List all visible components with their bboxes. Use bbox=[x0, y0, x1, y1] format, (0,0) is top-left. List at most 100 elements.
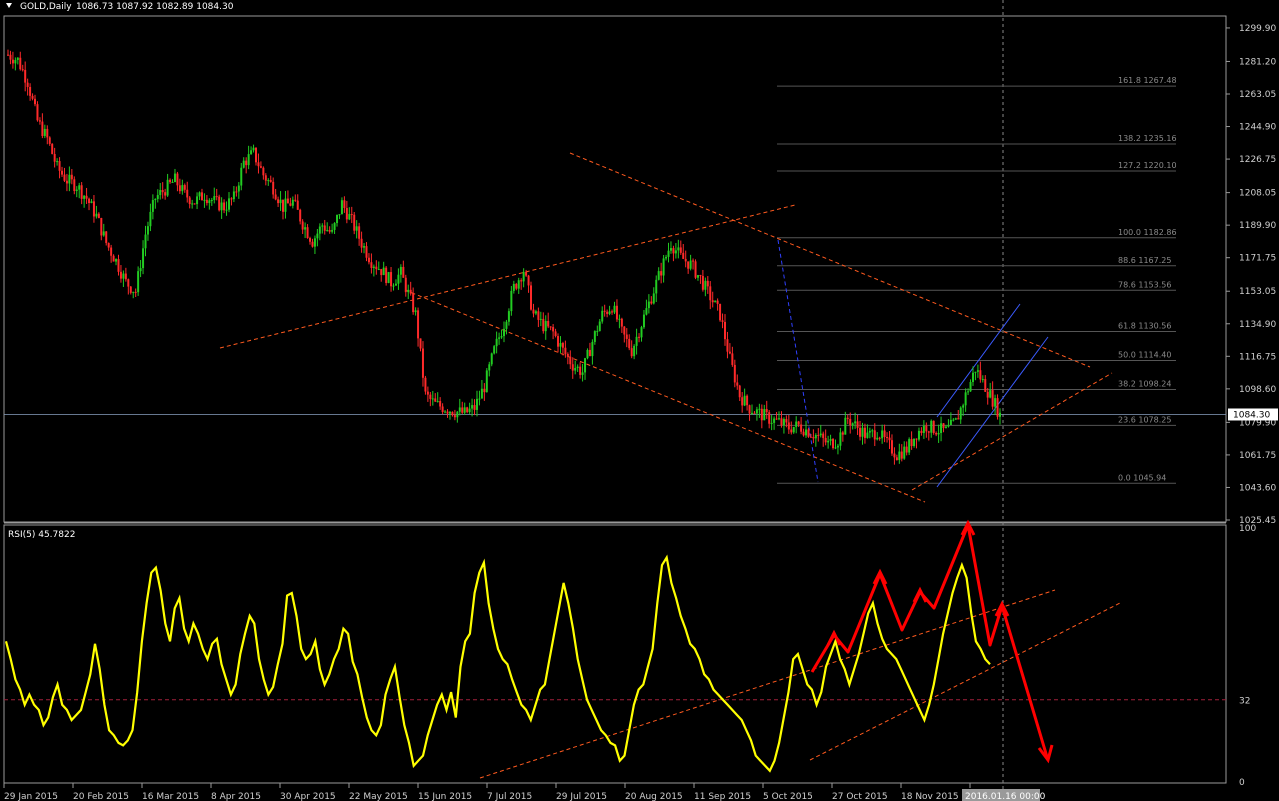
candle-body bbox=[527, 275, 530, 286]
candle-body bbox=[800, 424, 803, 432]
candle-body bbox=[596, 331, 599, 333]
candle-body bbox=[385, 267, 388, 283]
price-tick-label: 1134.90 bbox=[1239, 320, 1276, 330]
candle-body bbox=[169, 179, 172, 183]
candle-body bbox=[962, 405, 965, 408]
candle-body bbox=[73, 179, 76, 192]
candle-body bbox=[291, 199, 294, 206]
fib-label: 38.2 1098.24 bbox=[1118, 379, 1171, 388]
candle-body bbox=[520, 280, 523, 282]
candle-body bbox=[328, 230, 331, 232]
candle-body bbox=[456, 411, 459, 418]
candle-body bbox=[399, 266, 402, 275]
candle-body bbox=[721, 320, 724, 322]
candle-body bbox=[242, 160, 245, 168]
candle-body bbox=[264, 175, 267, 181]
candle-body bbox=[159, 190, 162, 196]
candle-body bbox=[85, 195, 88, 199]
candle-body bbox=[193, 203, 196, 205]
triangle-down-icon[interactable] bbox=[6, 3, 12, 8]
candle-body bbox=[304, 227, 307, 230]
candle-body bbox=[306, 227, 309, 239]
candle-body bbox=[952, 419, 955, 421]
trend-lines bbox=[4, 152, 1226, 779]
candle-body bbox=[856, 421, 859, 428]
candle-body bbox=[581, 372, 584, 375]
candle-body bbox=[363, 246, 366, 248]
candle-body bbox=[453, 415, 456, 418]
candle-body bbox=[679, 247, 682, 253]
candle-body bbox=[132, 291, 135, 293]
time-tick-label: 8 Apr 2015 bbox=[211, 792, 261, 801]
candle-body bbox=[65, 180, 68, 184]
candle-body bbox=[70, 174, 73, 180]
candle-body bbox=[920, 430, 923, 434]
candle-body bbox=[564, 347, 567, 354]
candle-body bbox=[895, 457, 898, 461]
candle-body bbox=[802, 431, 805, 436]
candle-body bbox=[728, 351, 731, 354]
candle-body bbox=[515, 283, 518, 289]
candle-body bbox=[26, 82, 29, 87]
candle-body bbox=[80, 185, 83, 199]
candle-body bbox=[451, 411, 454, 416]
candle-body bbox=[618, 318, 621, 320]
candle-body bbox=[9, 54, 12, 60]
candle-body bbox=[340, 200, 343, 215]
candle-body bbox=[301, 221, 304, 230]
candle-body bbox=[490, 353, 493, 365]
rsi-line bbox=[4, 554, 991, 773]
fib-label: 0.0 1045.94 bbox=[1118, 473, 1166, 482]
candle-body bbox=[603, 310, 606, 312]
candle-body bbox=[999, 412, 1001, 417]
candle-body bbox=[699, 275, 702, 277]
candle-body bbox=[220, 202, 223, 211]
candle-body bbox=[876, 437, 879, 440]
trend-channel-line bbox=[219, 204, 796, 349]
candle-body bbox=[36, 104, 39, 121]
candle-body bbox=[119, 271, 122, 279]
candle-body bbox=[284, 198, 287, 212]
candle-body bbox=[129, 286, 132, 293]
candle-body bbox=[696, 275, 699, 278]
candle-body bbox=[674, 250, 677, 254]
candle-body bbox=[785, 419, 788, 423]
candle-body bbox=[257, 162, 260, 167]
fib-label: 100.0 1182.86 bbox=[1118, 228, 1177, 237]
candle-body bbox=[215, 196, 218, 198]
candle-body bbox=[232, 191, 235, 200]
candle-body bbox=[149, 211, 152, 227]
candle-body bbox=[593, 331, 596, 342]
gold-chart[interactable]: 161.8 1267.48138.2 1235.16127.2 1220.101… bbox=[0, 0, 1279, 801]
time-tick-label: 20 Aug 2015 bbox=[625, 792, 683, 801]
candle-body bbox=[805, 429, 808, 436]
fibonacci-levels: 161.8 1267.48 138.2 1235.16 127.2 1220.10 1… bbox=[777, 76, 1177, 484]
candle-body bbox=[485, 370, 488, 393]
candle-body bbox=[46, 128, 49, 138]
candle-body bbox=[797, 421, 800, 425]
candle-body bbox=[883, 430, 886, 438]
candle-body bbox=[230, 198, 233, 200]
price-tick-label: 1281.20 bbox=[1239, 57, 1276, 67]
candle-body bbox=[898, 451, 901, 461]
candle-body bbox=[156, 195, 159, 199]
candle-body bbox=[878, 437, 881, 439]
candle-body bbox=[235, 191, 238, 193]
price-tick-label: 1116.75 bbox=[1239, 352, 1276, 362]
candle-body bbox=[755, 409, 758, 414]
candle-body bbox=[932, 420, 935, 433]
candle-body bbox=[913, 438, 916, 446]
candle-body bbox=[468, 408, 471, 413]
candle-body bbox=[112, 255, 115, 262]
candle-body bbox=[623, 326, 626, 335]
candle-body bbox=[358, 226, 361, 239]
candle-body bbox=[279, 199, 282, 204]
candle-body bbox=[90, 201, 93, 204]
candle-body bbox=[311, 241, 314, 247]
candle-body bbox=[552, 327, 555, 332]
candle-body bbox=[19, 57, 22, 70]
fib-label: 50.0 1114.40 bbox=[1118, 351, 1171, 360]
candle-body bbox=[58, 161, 61, 171]
candle-body bbox=[218, 196, 221, 211]
candle-body bbox=[561, 343, 564, 348]
